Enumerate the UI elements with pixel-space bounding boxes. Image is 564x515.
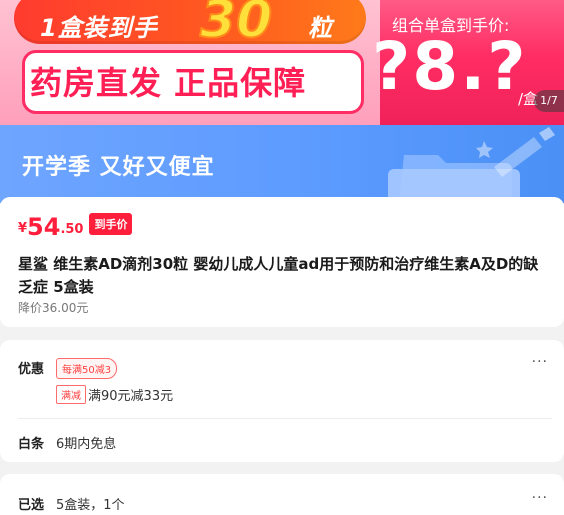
selection-card[interactable]: 已选 5盒装，1个 ···: [0, 474, 564, 515]
price-tag-badge: 到手价: [89, 213, 133, 235]
folder-pencil-icon: [388, 127, 555, 203]
divider: [18, 418, 552, 419]
hero-box-text: 药房直发 正品保障: [30, 64, 307, 102]
discount-type-badge: 满减: [56, 385, 86, 404]
selected-label: 已选: [18, 498, 45, 513]
discount-description: 满90元减33元: [88, 389, 174, 404]
product-page: 1盒装到手 30 粒 药房直发 正品保障 组合单盒到手价: ?8.? /盒 1/…: [0, 0, 564, 515]
hero-banner[interactable]: 1盒装到手 30 粒 药房直发 正品保障 组合单盒到手价: ?8.? /盒 1/…: [0, 0, 564, 125]
hero-pill-text: 1盒装到手: [40, 14, 158, 42]
baitiao-label: 白条: [18, 437, 45, 452]
hero-pill-number: 30: [199, 0, 273, 51]
coupon-badge[interactable]: 每满50减3: [56, 358, 118, 379]
promo-label: 优惠: [18, 362, 45, 377]
promotion-card: 优惠 每满50减3 ··· 满减 满90元减33元 白条 6期内免息: [0, 340, 564, 462]
baitiao-value[interactable]: 6期内免息: [56, 433, 116, 452]
image-page-indicator: 1/7: [534, 90, 564, 112]
currency-symbol: ¥: [18, 221, 28, 236]
price-drop-note: 降价36.00元: [18, 301, 89, 315]
hero-pill-tail: 粒: [308, 14, 332, 42]
price-decimal: .50: [60, 222, 84, 237]
selection-more-button[interactable]: ···: [532, 490, 548, 506]
promo-more-button[interactable]: ···: [532, 354, 548, 370]
selected-value: 5盒装，1个: [56, 498, 125, 513]
price-row: ¥ 54 .50 到手价: [18, 213, 133, 241]
hero-price: ?8.?: [372, 28, 528, 105]
campaign-banner[interactable]: 开学季 又好又便宜: [0, 125, 564, 203]
product-title[interactable]: 星鲨 维生素AD滴剂30粒 婴幼儿成人儿童ad用于预防和治疗维生素A及D的缺乏症…: [18, 253, 548, 299]
price-integer: 54: [27, 213, 61, 241]
campaign-text: 开学季 又好又便宜: [22, 155, 215, 180]
product-info-card: ¥ 54 .50 到手价 星鲨 维生素AD滴剂30粒 婴幼儿成人儿童ad用于预防…: [0, 197, 564, 327]
